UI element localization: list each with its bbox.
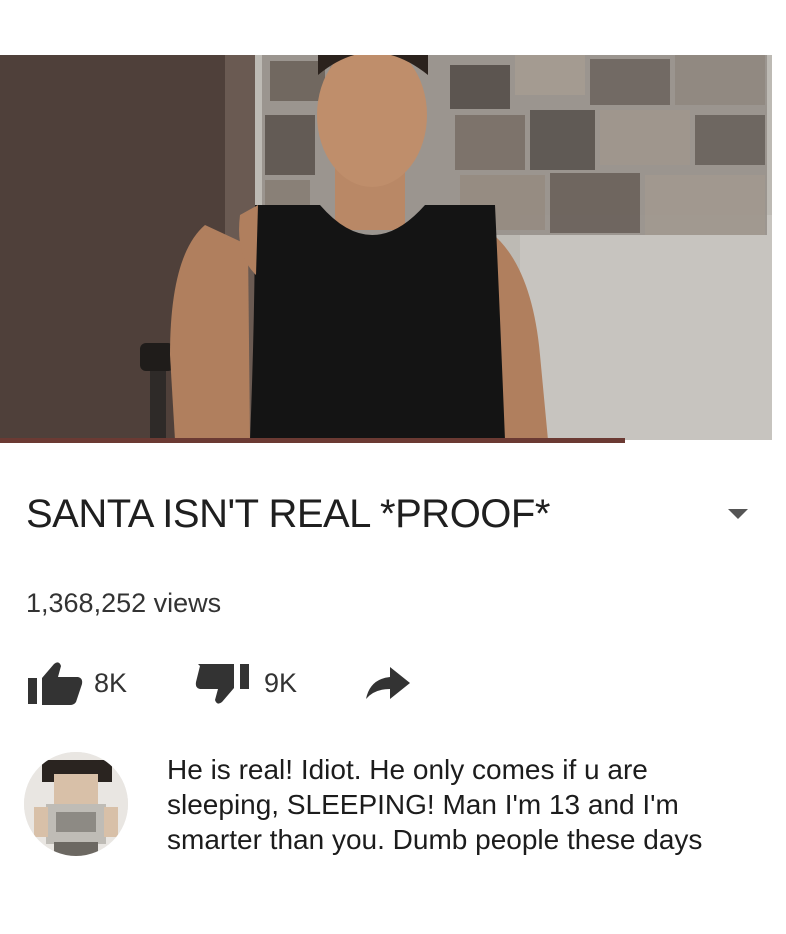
- video-actions: 8K 9K: [26, 660, 446, 710]
- thumbs-up-icon: [28, 662, 83, 705]
- comment: He is real! Idiot. He only comes if u ar…: [24, 752, 764, 922]
- view-count: 1,368,252 views: [26, 588, 222, 618]
- video-progress-bar[interactable]: [0, 438, 626, 443]
- chevron-down-icon[interactable]: [726, 506, 750, 522]
- thumbs-down-icon: [195, 664, 249, 704]
- avatar[interactable]: [24, 752, 128, 856]
- dislike-button[interactable]: 9K: [194, 660, 297, 706]
- like-button[interactable]: 8K: [26, 660, 127, 706]
- dislike-count: 9K: [264, 667, 298, 698]
- video-title-row: SANTA ISN'T REAL *PROOF*: [26, 492, 766, 552]
- video-title: SANTA ISN'T REAL *PROOF*: [26, 492, 550, 536]
- share-button[interactable]: [362, 660, 414, 706]
- video-thumbnail: [0, 55, 772, 440]
- comment-text: He is real! Idiot. He only comes if u ar…: [167, 754, 703, 855]
- share-arrow-icon: [366, 667, 410, 699]
- video-player[interactable]: [0, 55, 772, 440]
- like-count: 8K: [94, 667, 128, 698]
